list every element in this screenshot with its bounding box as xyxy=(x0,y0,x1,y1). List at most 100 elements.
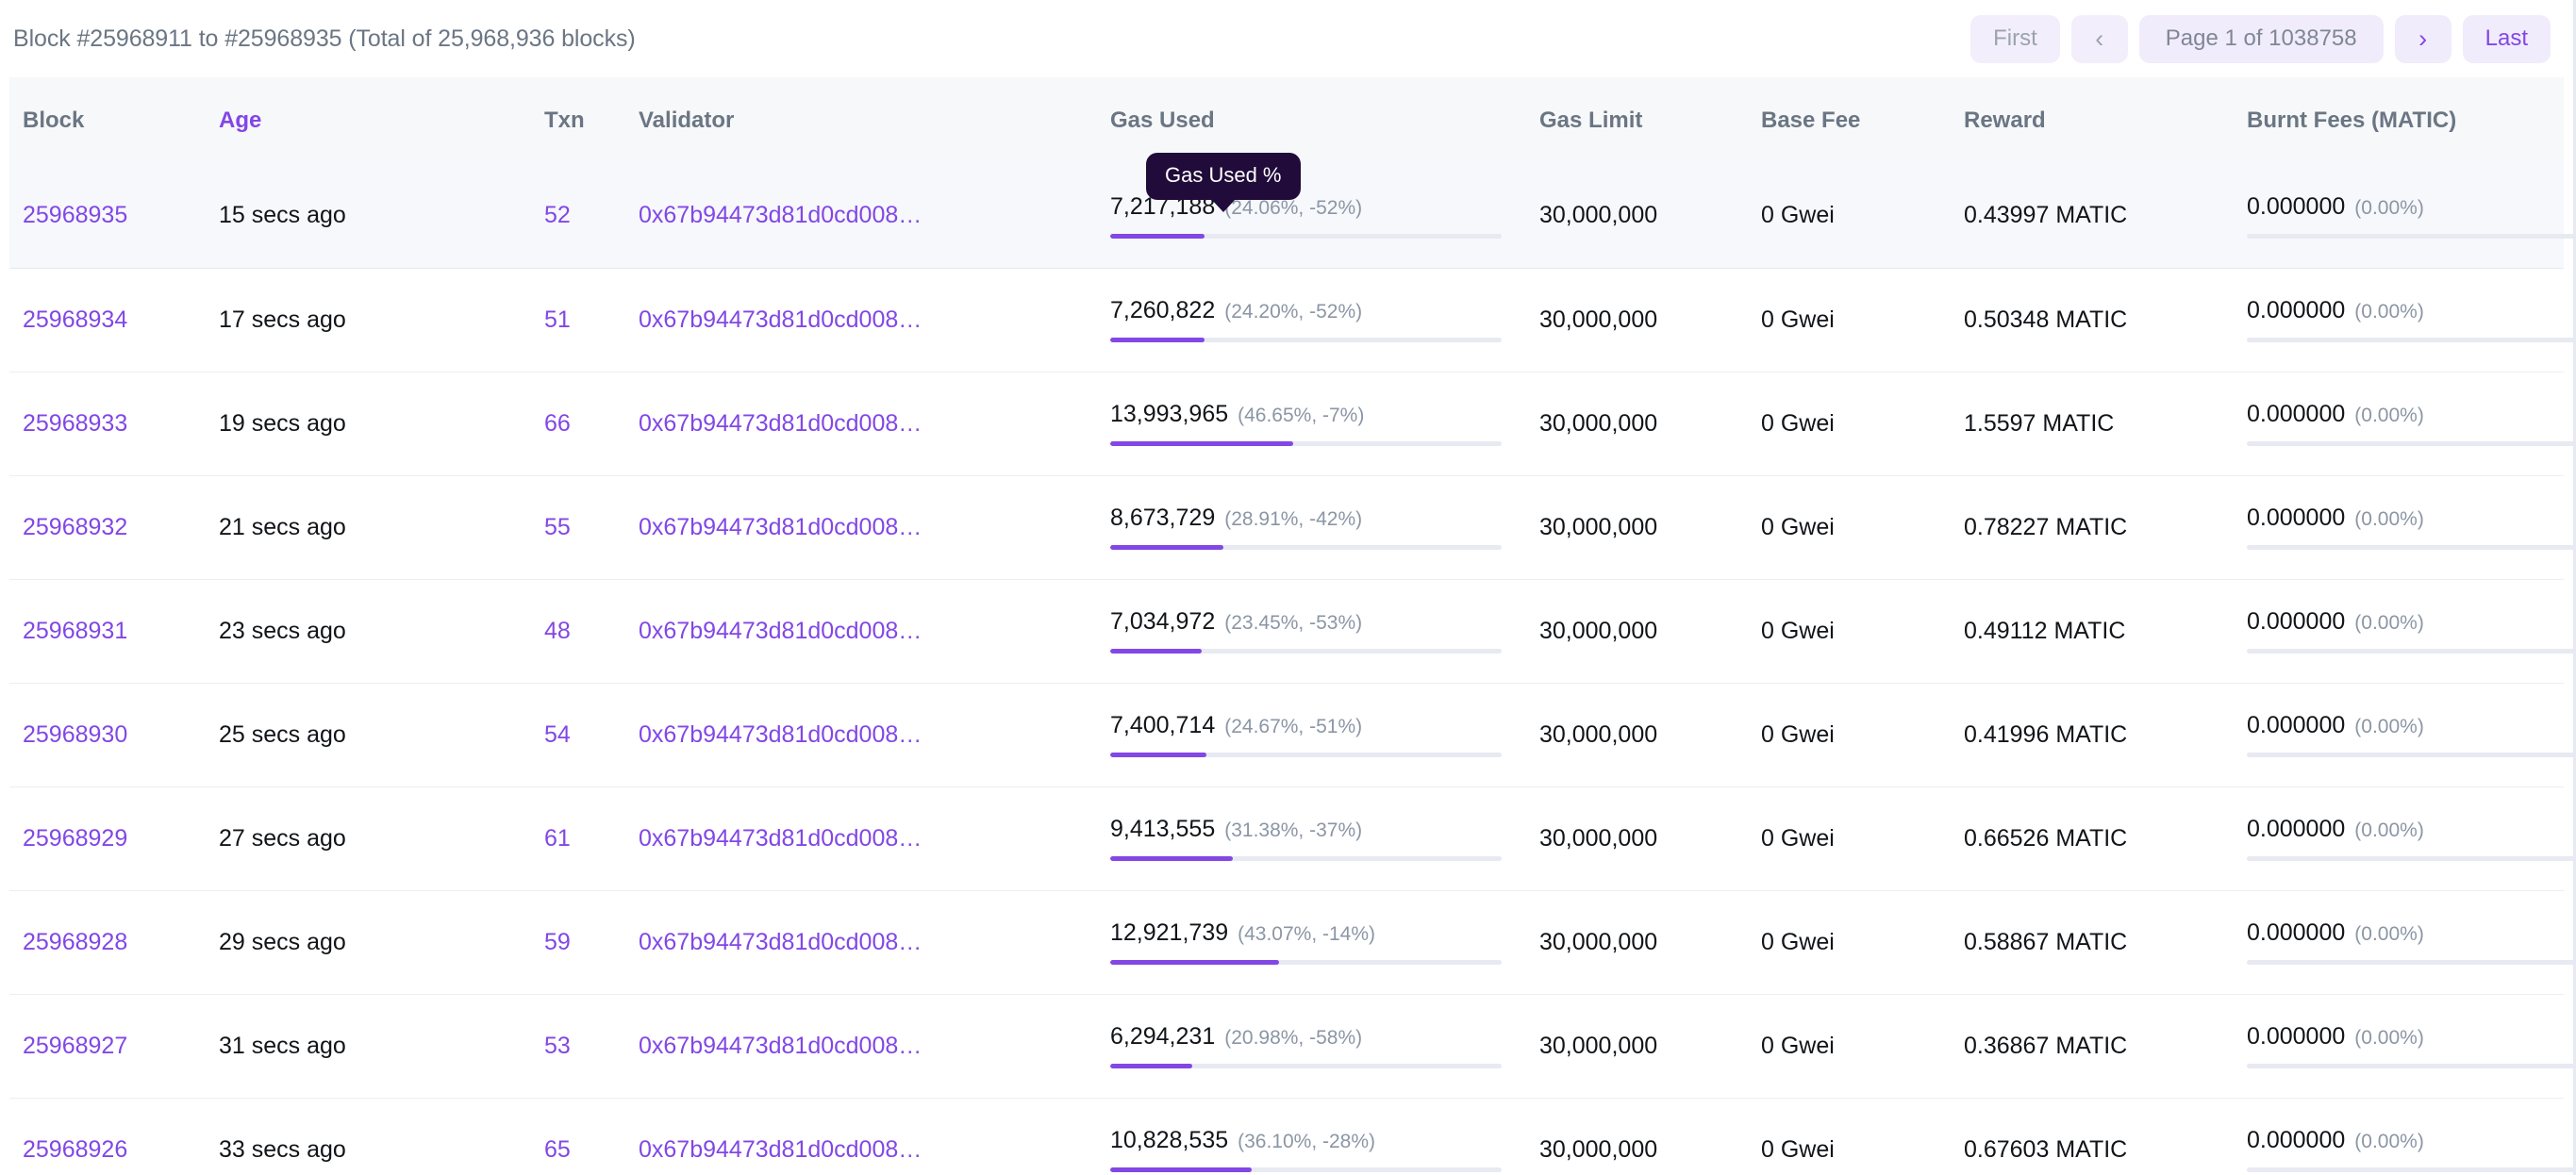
cell-burnt-fees: 0.000000 (0.00%) xyxy=(2247,579,2576,684)
table-row[interactable]: 25968931 23 secs ago 48 0x67b94473d81d0cd00… xyxy=(9,579,2576,684)
validator-address-link[interactable]: 0x67b94473d81d0cd008… xyxy=(639,410,922,437)
gas-used-tooltip: Gas Used % xyxy=(1146,153,1301,200)
block-link[interactable]: 25968930 xyxy=(23,721,127,748)
cell-burnt-fees: 0.000000 (0.00%) xyxy=(2247,994,2576,1099)
block-link[interactable]: 25968934 xyxy=(23,306,127,333)
column-header-reward[interactable]: Reward xyxy=(1964,77,2247,164)
cell-base-fee: 0 Gwei xyxy=(1761,372,1964,476)
column-header-gas-limit[interactable]: Gas Limit xyxy=(1539,77,1761,164)
blocks-table-head: Block Age Txn Validator Gas Used Gas Lim… xyxy=(9,77,2564,164)
column-header-validator[interactable]: Validator xyxy=(639,77,1110,164)
block-link[interactable]: 25968928 xyxy=(23,929,127,955)
cell-txn: 66 xyxy=(544,372,639,476)
cell-reward: 0.50348 MATIC xyxy=(1964,268,2247,372)
table-row[interactable]: 25968934 17 secs ago 51 0x67b94473d81d0cd00… xyxy=(9,268,2576,372)
cell-block: 25968934 xyxy=(9,268,219,372)
table-row[interactable]: 25968933 19 secs ago 66 0x67b94473d81d0cd00… xyxy=(9,372,2576,476)
block-link[interactable]: 25968933 xyxy=(23,410,127,437)
cell-reward: 0.66526 MATIC xyxy=(1964,786,2247,891)
cell-burnt-fees: 0.000000 (0.00%) xyxy=(2247,475,2576,580)
pagination-prev-icon[interactable]: ‹ xyxy=(2070,14,2128,63)
txn-count-link[interactable]: 55 xyxy=(544,514,571,540)
blocks-table-container: Block Age Txn Validator Gas Used Gas Lim… xyxy=(0,77,2576,1175)
gas-used-progress-track xyxy=(1110,233,1502,239)
block-link[interactable]: 25968932 xyxy=(23,514,127,540)
column-header-gas-used[interactable]: Gas Used xyxy=(1110,77,1539,164)
table-row[interactable]: 25968932 21 secs ago 55 0x67b94473d81d0cd00… xyxy=(9,475,2576,580)
cell-block: 25968930 xyxy=(9,683,219,787)
validator-address-link[interactable]: 0x67b94473d81d0cd008… xyxy=(639,1136,922,1163)
txn-count-link[interactable]: 66 xyxy=(544,410,571,437)
cell-txn: 51 xyxy=(544,268,639,372)
validator-address-link[interactable]: 0x67b94473d81d0cd008… xyxy=(639,618,922,644)
cell-validator: 0x67b94473d81d0cd008… xyxy=(639,994,1110,1099)
gas-used-progress-fill xyxy=(1110,1167,1252,1172)
table-row[interactable]: 25968930 25 secs ago 54 0x67b94473d81d0cd00… xyxy=(9,683,2576,787)
block-link[interactable]: 25968935 xyxy=(23,202,127,228)
gas-used-progress-fill xyxy=(1110,856,1234,861)
pagination-next-icon[interactable]: › xyxy=(2394,14,2451,63)
validator-address-link[interactable]: 0x67b94473d81d0cd008… xyxy=(639,1033,922,1059)
txn-count-link[interactable]: 65 xyxy=(544,1136,571,1163)
gas-used-progress-fill xyxy=(1110,545,1223,550)
validator-address-link[interactable]: 0x67b94473d81d0cd008… xyxy=(639,929,922,955)
cell-gas-used: 9,413,555 (31.38%, -37%) xyxy=(1110,786,1539,891)
pagination: First ‹ Page 1 of 1038758 › Last xyxy=(1970,14,2551,63)
block-link[interactable]: 25968931 xyxy=(23,618,127,644)
block-link[interactable]: 25968926 xyxy=(23,1136,127,1163)
cell-gas-used: 7,400,714 (24.67%, -51%) xyxy=(1110,683,1539,787)
cell-age: 31 secs ago xyxy=(219,994,544,1099)
gas-used-percent: (43.07%, -14%) xyxy=(1238,923,1376,945)
txn-count-link[interactable]: 51 xyxy=(544,306,571,333)
gas-used-value: 7,034,972 xyxy=(1110,608,1216,635)
blocks-table: Block Age Txn Validator Gas Used Gas Lim… xyxy=(9,77,2576,1175)
cell-base-fee: 0 Gwei xyxy=(1761,890,1964,995)
table-row[interactable]: 25968929 27 secs ago 61 0x67b94473d81d0cd00… xyxy=(9,786,2576,891)
validator-address-link[interactable]: 0x67b94473d81d0cd008… xyxy=(639,306,922,333)
cell-burnt-fees: 0.000000 (0.00%) xyxy=(2247,268,2576,372)
column-header-base-fee[interactable]: Base Fee xyxy=(1761,77,1964,164)
block-link[interactable]: 25968929 xyxy=(23,825,127,852)
burnt-fees-progress-track xyxy=(2247,856,2576,861)
cell-base-fee: 0 Gwei xyxy=(1761,1098,1964,1175)
gas-used-percent: (46.65%, -7%) xyxy=(1238,405,1365,426)
txn-count-link[interactable]: 53 xyxy=(544,1033,571,1059)
burnt-fees-progress-track xyxy=(2247,649,2576,654)
cell-gas-limit: 30,000,000 xyxy=(1539,372,1761,476)
burnt-fees-percent: (0.00%) xyxy=(2354,196,2424,219)
cell-gas-limit: 30,000,000 xyxy=(1539,268,1761,372)
cell-block: 25968931 xyxy=(9,579,219,684)
column-header-age[interactable]: Age xyxy=(219,77,544,164)
validator-address-link[interactable]: 0x67b94473d81d0cd008… xyxy=(639,202,922,228)
cell-age: 29 secs ago xyxy=(219,890,544,995)
cell-block: 25968935 xyxy=(9,164,219,269)
txn-count-link[interactable]: 52 xyxy=(544,202,571,228)
txn-count-link[interactable]: 48 xyxy=(544,618,571,644)
cell-gas-limit: 30,000,000 xyxy=(1539,786,1761,891)
cell-gas-limit: 30,000,000 xyxy=(1539,683,1761,787)
column-header-burnt-fees[interactable]: Burnt Fees (MATIC) xyxy=(2247,77,2564,164)
pagination-page-indicator[interactable]: Page 1 of 1038758 xyxy=(2138,14,2384,63)
table-row[interactable]: 25968926 33 secs ago 65 0x67b94473d81d0cd00… xyxy=(9,1098,2576,1175)
table-row[interactable]: 25968927 31 secs ago 53 0x67b94473d81d0cd00… xyxy=(9,994,2576,1099)
cell-burnt-fees: 0.000000 (0.00%) xyxy=(2247,890,2576,995)
cell-block: 25968927 xyxy=(9,994,219,1099)
burnt-fees-progress-track xyxy=(2247,1167,2576,1172)
txn-count-link[interactable]: 61 xyxy=(544,825,571,852)
txn-count-link[interactable]: 59 xyxy=(544,929,571,955)
cell-validator: 0x67b94473d81d0cd008… xyxy=(639,683,1110,787)
table-row[interactable]: 25968928 29 secs ago 59 0x67b94473d81d0cd00… xyxy=(9,890,2576,995)
pagination-first-button[interactable]: First xyxy=(1970,14,2060,63)
blocks-toolbar: Block #25968911 to #25968935 (Total of 2… xyxy=(0,0,2573,77)
block-link[interactable]: 25968927 xyxy=(23,1033,127,1059)
validator-address-link[interactable]: 0x67b94473d81d0cd008… xyxy=(639,721,922,748)
pagination-last-button[interactable]: Last xyxy=(2462,14,2551,63)
column-header-txn[interactable]: Txn xyxy=(544,77,639,164)
validator-address-link[interactable]: 0x67b94473d81d0cd008… xyxy=(639,825,922,852)
txn-count-link[interactable]: 54 xyxy=(544,721,571,748)
gas-used-progress-track xyxy=(1110,441,1502,446)
column-header-block[interactable]: Block xyxy=(9,77,219,164)
gas-used-value: 7,400,714 xyxy=(1110,712,1216,738)
gas-used-value: 6,294,231 xyxy=(1110,1023,1216,1050)
validator-address-link[interactable]: 0x67b94473d81d0cd008… xyxy=(639,514,922,540)
